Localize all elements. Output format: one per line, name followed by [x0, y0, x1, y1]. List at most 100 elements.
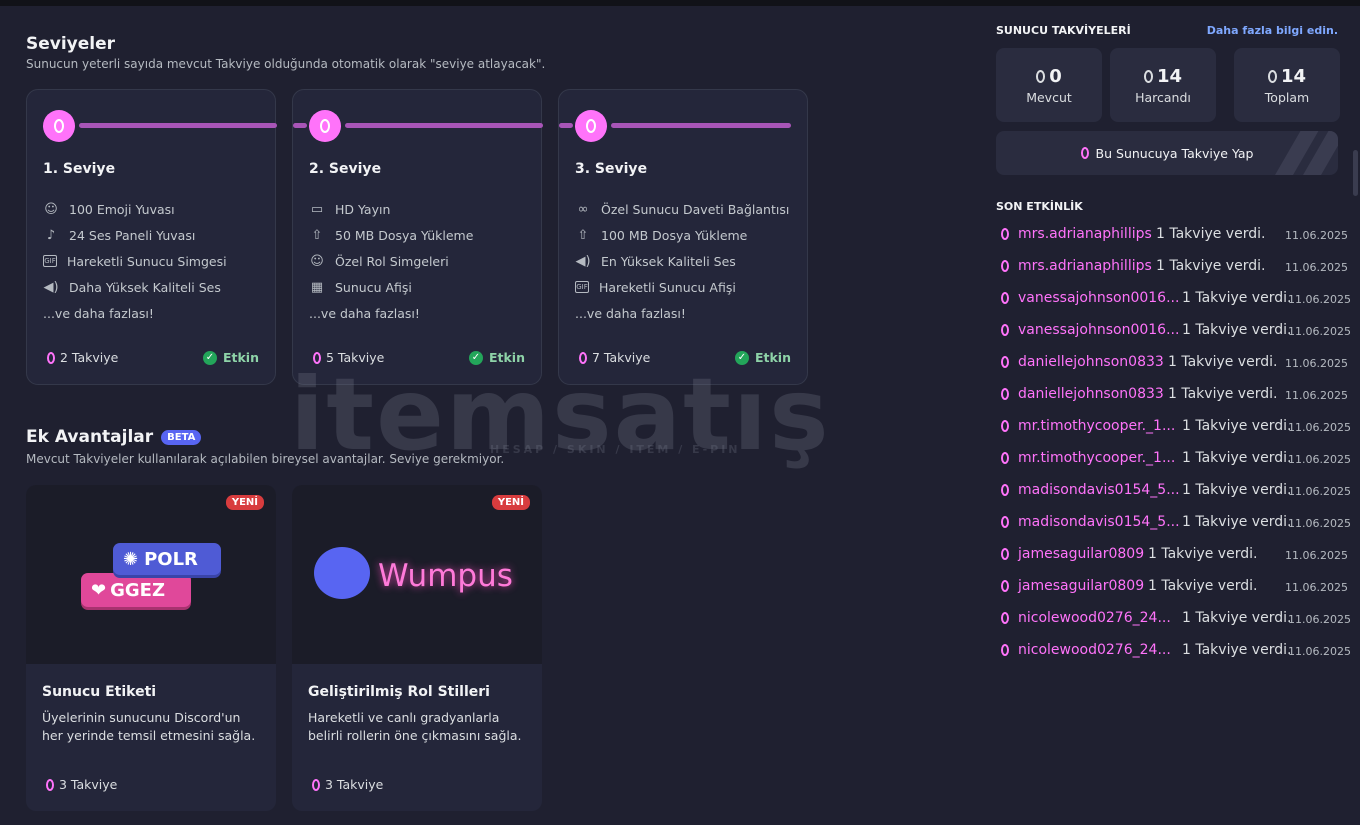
boost-gem-icon — [1267, 70, 1277, 83]
tier-title: 1. Seviye — [43, 161, 116, 177]
perk-label: Sunucu Afişi — [335, 279, 412, 295]
perk-label: Hareketli Sunucu Simgesi — [67, 253, 227, 269]
activity-date: 11.06.2025 — [1285, 357, 1348, 370]
boost-gem-icon — [43, 110, 75, 142]
perk-label: 50 MB Dosya Yükleme — [335, 227, 474, 243]
server-boosts-heading: SUNUCU TAKVİYELERİ — [996, 24, 1131, 37]
smile-icon: ☺ — [44, 201, 58, 217]
activity-row: nicolewood0276_24... 1 Takviye verdi. 11.0… — [996, 635, 1351, 667]
activity-user[interactable]: madisondavis0154_5... — [1018, 514, 1180, 530]
perk-label: En Yüksek Kaliteli Ses — [601, 253, 736, 269]
boost-gem-icon — [1036, 70, 1046, 83]
activity-action: 1 Takviye verdi. — [1148, 578, 1258, 594]
tier-progress-line — [611, 123, 791, 128]
upload-icon: ⇧ — [577, 227, 589, 243]
tier-card-1: 1. Seviye ☺ 100 Emoji Yuvası ♪ 24 Ses Pane… — [26, 89, 277, 385]
activity-row: jamesaguilar0809 1 Takviye verdi. 11.06.20… — [996, 539, 1348, 571]
activity-action: 1 Takviye verdi. — [1182, 418, 1292, 434]
watermark-tagline: HESAP / SKIN / ITEM / E-PIN — [490, 443, 741, 456]
extra-perks-title: Ek Avantajlar BETA — [26, 427, 202, 447]
perk-more: ...ve daha fazlası! — [43, 305, 154, 321]
screen-share-icon: ▭ — [310, 201, 324, 217]
gear-icon: ✺ — [123, 548, 139, 570]
learn-more-link[interactable]: Daha fazla bilgi edin. — [1207, 24, 1338, 37]
activity-action: 1 Takviye verdi. — [1182, 450, 1292, 466]
perk-item: ◀) Daha Yüksek Kaliteli Ses — [43, 274, 227, 300]
activity-row: nicolewood0276_24... 1 Takviye verdi. 11.0… — [996, 603, 1351, 635]
server-tag-artwork: YENİ ❤ GGEZ ✺ POLR — [26, 485, 276, 664]
activity-user[interactable]: mr.timothycooper._1... — [1018, 450, 1175, 466]
activity-user[interactable]: jamesaguilar0809 — [1018, 546, 1144, 562]
activity-row: mrs.adrianaphillips 1 Takviye verdi. 11.06… — [996, 219, 1348, 251]
perk-item: ♪ 24 Ses Paneli Yuvası — [43, 222, 227, 248]
activity-action: 1 Takviye verdi. — [1182, 514, 1292, 530]
activity-user[interactable]: vanessajohnson0016... — [1018, 290, 1179, 306]
activity-date: 11.06.2025 — [1288, 613, 1351, 626]
boost-gem-icon — [1001, 644, 1009, 656]
activity-user[interactable]: vanessajohnson0016... — [1018, 322, 1179, 338]
window-top-bar — [0, 0, 1360, 6]
activity-user[interactable]: nicolewood0276_24... — [1018, 610, 1171, 626]
gif-icon: GIF — [575, 281, 589, 293]
activity-user[interactable]: daniellejohnson0833 — [1018, 354, 1164, 370]
perk-item: ∞ Özel Sunucu Daveti Bağlantısı — [575, 196, 790, 222]
tier-card-3: 3. Seviye ∞ Özel Sunucu Daveti Bağlantısı… — [558, 89, 808, 385]
perk-item: ⇧ 50 MB Dosya Yükleme — [309, 222, 474, 248]
new-badge: YENİ — [225, 495, 264, 510]
boost-gem-icon — [1001, 356, 1009, 368]
perk-item: ☺ Özel Rol Simgeleri — [309, 248, 473, 274]
activity-date: 11.06.2025 — [1288, 453, 1351, 466]
activity-user[interactable]: mr.timothycooper._1... — [1018, 418, 1175, 434]
activity-user[interactable]: mrs.adrianaphillips — [1018, 258, 1152, 274]
boost-gem-icon — [309, 110, 341, 142]
recent-activity-heading: SON ETKİNLİK — [996, 200, 1083, 213]
activity-user[interactable]: nicolewood0276_24... — [1018, 642, 1171, 658]
activity-action: 1 Takviye verdi. — [1156, 226, 1266, 242]
stat-available: 0 Mevcut — [996, 48, 1102, 122]
tier-card-2: 2. Seviye ▭ HD Yayın ⇧ 50 MB Dosya Yükleme… — [292, 89, 543, 385]
activity-action: 1 Takviye verdi. — [1148, 546, 1258, 562]
tier-perk-list: ▭ HD Yayın ⇧ 50 MB Dosya Yükleme ☺ Özel Rol… — [309, 196, 473, 326]
perk-label: Özel Sunucu Daveti Bağlantısı — [601, 201, 790, 217]
perk-card-role-styles[interactable]: YENİ Wumpus Geliştirilmiş Rol Stilleri H… — [292, 485, 542, 811]
activity-row: mr.timothycooper._1... 1 Takviye verdi. 11… — [996, 443, 1351, 475]
tier-progress-line — [345, 123, 543, 128]
activity-date: 11.06.2025 — [1285, 549, 1348, 562]
activity-user[interactable]: jamesaguilar0809 — [1018, 578, 1144, 594]
activity-date: 11.06.2025 — [1288, 293, 1351, 306]
perk-label: HD Yayın — [335, 201, 391, 217]
levels-title: Seviyeler — [26, 34, 116, 54]
activity-user[interactable]: mrs.adrianaphillips — [1018, 226, 1152, 242]
wumpus-label: Wumpus — [378, 558, 513, 594]
perk-more: ...ve daha fazlası! — [575, 305, 686, 321]
activity-list: mrs.adrianaphillips 1 Takviye verdi. 11.06… — [996, 219, 1351, 667]
perk-cost: 3 Takviye — [312, 777, 383, 792]
activity-action: 1 Takviye verdi. — [1182, 610, 1292, 626]
boost-gem-icon — [1001, 484, 1009, 496]
grid-icon: ▦ — [310, 279, 324, 295]
perk-item: GIF Hareketli Sunucu Afişi — [575, 274, 789, 300]
perk-label: Hareketli Sunucu Afişi — [599, 279, 736, 295]
tier-status: ✓ Etkin — [202, 350, 259, 365]
perk-item: ◀) En Yüksek Kaliteli Ses — [575, 248, 789, 274]
boost-gem-icon — [1001, 612, 1009, 624]
boost-gem-icon — [1001, 548, 1009, 560]
activity-date: 11.06.2025 — [1288, 325, 1351, 338]
boost-server-button[interactable]: Bu Sunucuya Takviye Yap — [996, 131, 1338, 175]
link-icon: ∞ — [577, 201, 589, 217]
boost-gem-icon — [47, 351, 55, 364]
upload-icon: ⇧ — [311, 227, 323, 243]
heart-icon: ❤ — [91, 579, 107, 601]
perk-card-server-tag[interactable]: YENİ ❤ GGEZ ✺ POLR Sunucu Etiketi Üyelerin… — [26, 485, 276, 811]
tier-progress-line — [559, 123, 573, 128]
activity-user[interactable]: daniellejohnson0833 — [1018, 386, 1164, 402]
boost-gem-icon — [1001, 324, 1009, 336]
scrollbar[interactable] — [1353, 150, 1358, 196]
polr-tag: ✺ POLR — [113, 543, 221, 575]
activity-user[interactable]: madisondavis0154_5... — [1018, 482, 1180, 498]
check-icon: ✓ — [202, 350, 217, 365]
tier-cost: 7 Takviye — [579, 350, 650, 365]
tier-progress-line — [79, 123, 277, 128]
check-icon: ✓ — [734, 350, 749, 365]
wumpus-mascot-icon — [314, 547, 370, 599]
